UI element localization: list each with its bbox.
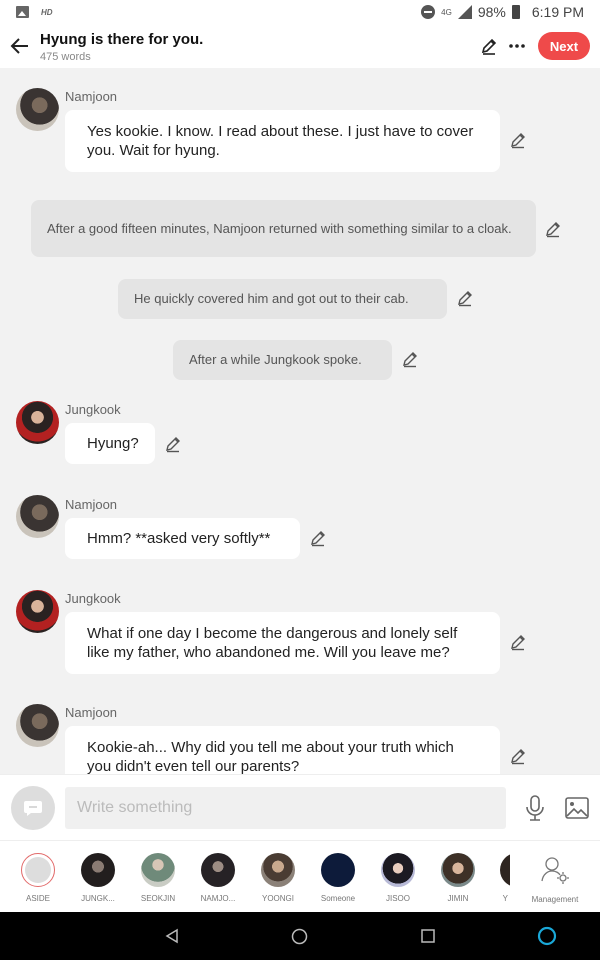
avatar[interactable]	[16, 704, 59, 747]
pencil-icon	[481, 38, 497, 55]
character-label: JIMIN	[447, 894, 469, 903]
avatar	[141, 853, 175, 887]
aside-avatar	[21, 853, 55, 887]
network-type: 4G	[441, 7, 452, 17]
character-jungkook[interactable]: JUNGK...	[68, 853, 128, 903]
avatar	[441, 853, 475, 887]
character-label: Y	[502, 894, 508, 903]
more-horizontal-icon	[509, 44, 525, 48]
nav-recents-icon[interactable]	[421, 929, 435, 943]
speaker-name: Jungkook	[65, 402, 121, 417]
character-jisoo[interactable]: JISOO	[368, 853, 428, 903]
user-settings-icon	[541, 857, 569, 884]
character-someone[interactable]: Someone	[308, 853, 368, 903]
character-label: YOONGI	[261, 894, 294, 903]
character-selector: ASIDE JUNGK... SEOKJIN NAMJO... YOONGI S…	[0, 840, 600, 912]
avatar[interactable]	[16, 495, 59, 538]
microphone-icon[interactable]	[524, 795, 546, 821]
edit-message-icon[interactable]	[509, 747, 527, 765]
story-title: Hyung is there for you.	[40, 31, 204, 48]
character-seokjin[interactable]: SEOKJIN	[128, 853, 188, 903]
top-app-bar: Hyung is there for you. 475 words Next	[0, 24, 600, 68]
speaker-name: Jungkook	[65, 591, 121, 606]
character-namjoon[interactable]: NAMJO...	[188, 853, 248, 903]
speaker-name: Namjoon	[65, 497, 118, 512]
character-jimin[interactable]: JIMIN	[428, 853, 488, 903]
more-options-button[interactable]	[504, 33, 530, 59]
avatar[interactable]	[16, 590, 59, 633]
edit-message-icon[interactable]	[456, 289, 474, 307]
avatar	[381, 853, 415, 887]
character-label: JUNGK...	[81, 894, 115, 903]
dialogue-bubble[interactable]: Hyung?	[65, 423, 155, 464]
message-input[interactable]	[65, 787, 506, 829]
character-partial[interactable]: Y	[488, 853, 510, 903]
character-label: SEOKJIN	[140, 894, 176, 903]
character-yoongi[interactable]: YOONGI	[248, 853, 308, 903]
character-label: JISOO	[385, 894, 410, 903]
avatar[interactable]	[16, 88, 59, 131]
word-count: 475 words	[40, 51, 91, 63]
avatar	[201, 853, 235, 887]
character-aside[interactable]: ASIDE	[8, 853, 68, 903]
system-navigation-bar	[0, 912, 600, 960]
dialogue-bubble[interactable]: Kookie-ah... Why did you tell me about y…	[65, 726, 500, 774]
edit-message-icon[interactable]	[164, 435, 182, 453]
hd-indicator: HD	[41, 7, 53, 17]
nav-back-icon[interactable]	[164, 928, 180, 944]
edit-title-button[interactable]	[476, 33, 502, 59]
clock: 6:19 PM	[531, 4, 584, 20]
signal-icon	[457, 5, 472, 19]
narration-bubble[interactable]: After a good fifteen minutes, Namjoon re…	[31, 200, 536, 257]
edit-message-icon[interactable]	[309, 529, 327, 547]
battery-icon	[511, 5, 520, 19]
arrow-left-icon	[10, 38, 28, 54]
dialogue-bubble[interactable]: Yes kookie. I know. I read about these. …	[65, 110, 500, 172]
dialogue-bubble[interactable]: What if one day I become the dangerous a…	[65, 612, 500, 674]
character-label: Management	[531, 895, 579, 904]
do-not-disturb-icon	[421, 5, 436, 19]
nav-home-icon[interactable]	[291, 928, 308, 945]
character-label: Someone	[320, 894, 356, 903]
avatar[interactable]	[16, 401, 59, 444]
edit-message-icon[interactable]	[401, 350, 419, 368]
speaker-name: Namjoon	[65, 89, 118, 104]
back-button[interactable]	[0, 24, 40, 68]
edit-message-icon[interactable]	[544, 220, 562, 238]
character-label: ASIDE	[25, 894, 50, 903]
chat-thread[interactable]: Namjoon Yes kookie. I know. I read about…	[0, 68, 600, 774]
aside-mode-button[interactable]	[11, 786, 55, 830]
chat-bubble-icon	[24, 801, 42, 816]
battery-percent: 98%	[477, 4, 506, 20]
assistant-icon[interactable]	[537, 926, 557, 946]
avatar	[500, 853, 510, 887]
edit-message-icon[interactable]	[509, 131, 527, 149]
image-icon[interactable]	[565, 797, 589, 819]
avatar	[261, 853, 295, 887]
avatar	[81, 853, 115, 887]
next-button[interactable]: Next	[538, 32, 590, 60]
image-notification-icon	[16, 6, 29, 18]
status-bar: HD 4G 98% 6:19 PM	[0, 0, 600, 24]
edit-message-icon[interactable]	[509, 633, 527, 651]
avatar	[321, 853, 355, 887]
composer	[0, 774, 600, 840]
narration-bubble[interactable]: He quickly covered him and got out to th…	[118, 279, 447, 319]
dialogue-bubble[interactable]: Hmm? **asked very softly**	[65, 518, 300, 559]
character-label: NAMJO...	[200, 894, 236, 903]
speaker-name: Namjoon	[65, 705, 118, 720]
narration-bubble[interactable]: After a while Jungkook spoke.	[173, 340, 392, 380]
character-management[interactable]: Management	[525, 853, 585, 904]
